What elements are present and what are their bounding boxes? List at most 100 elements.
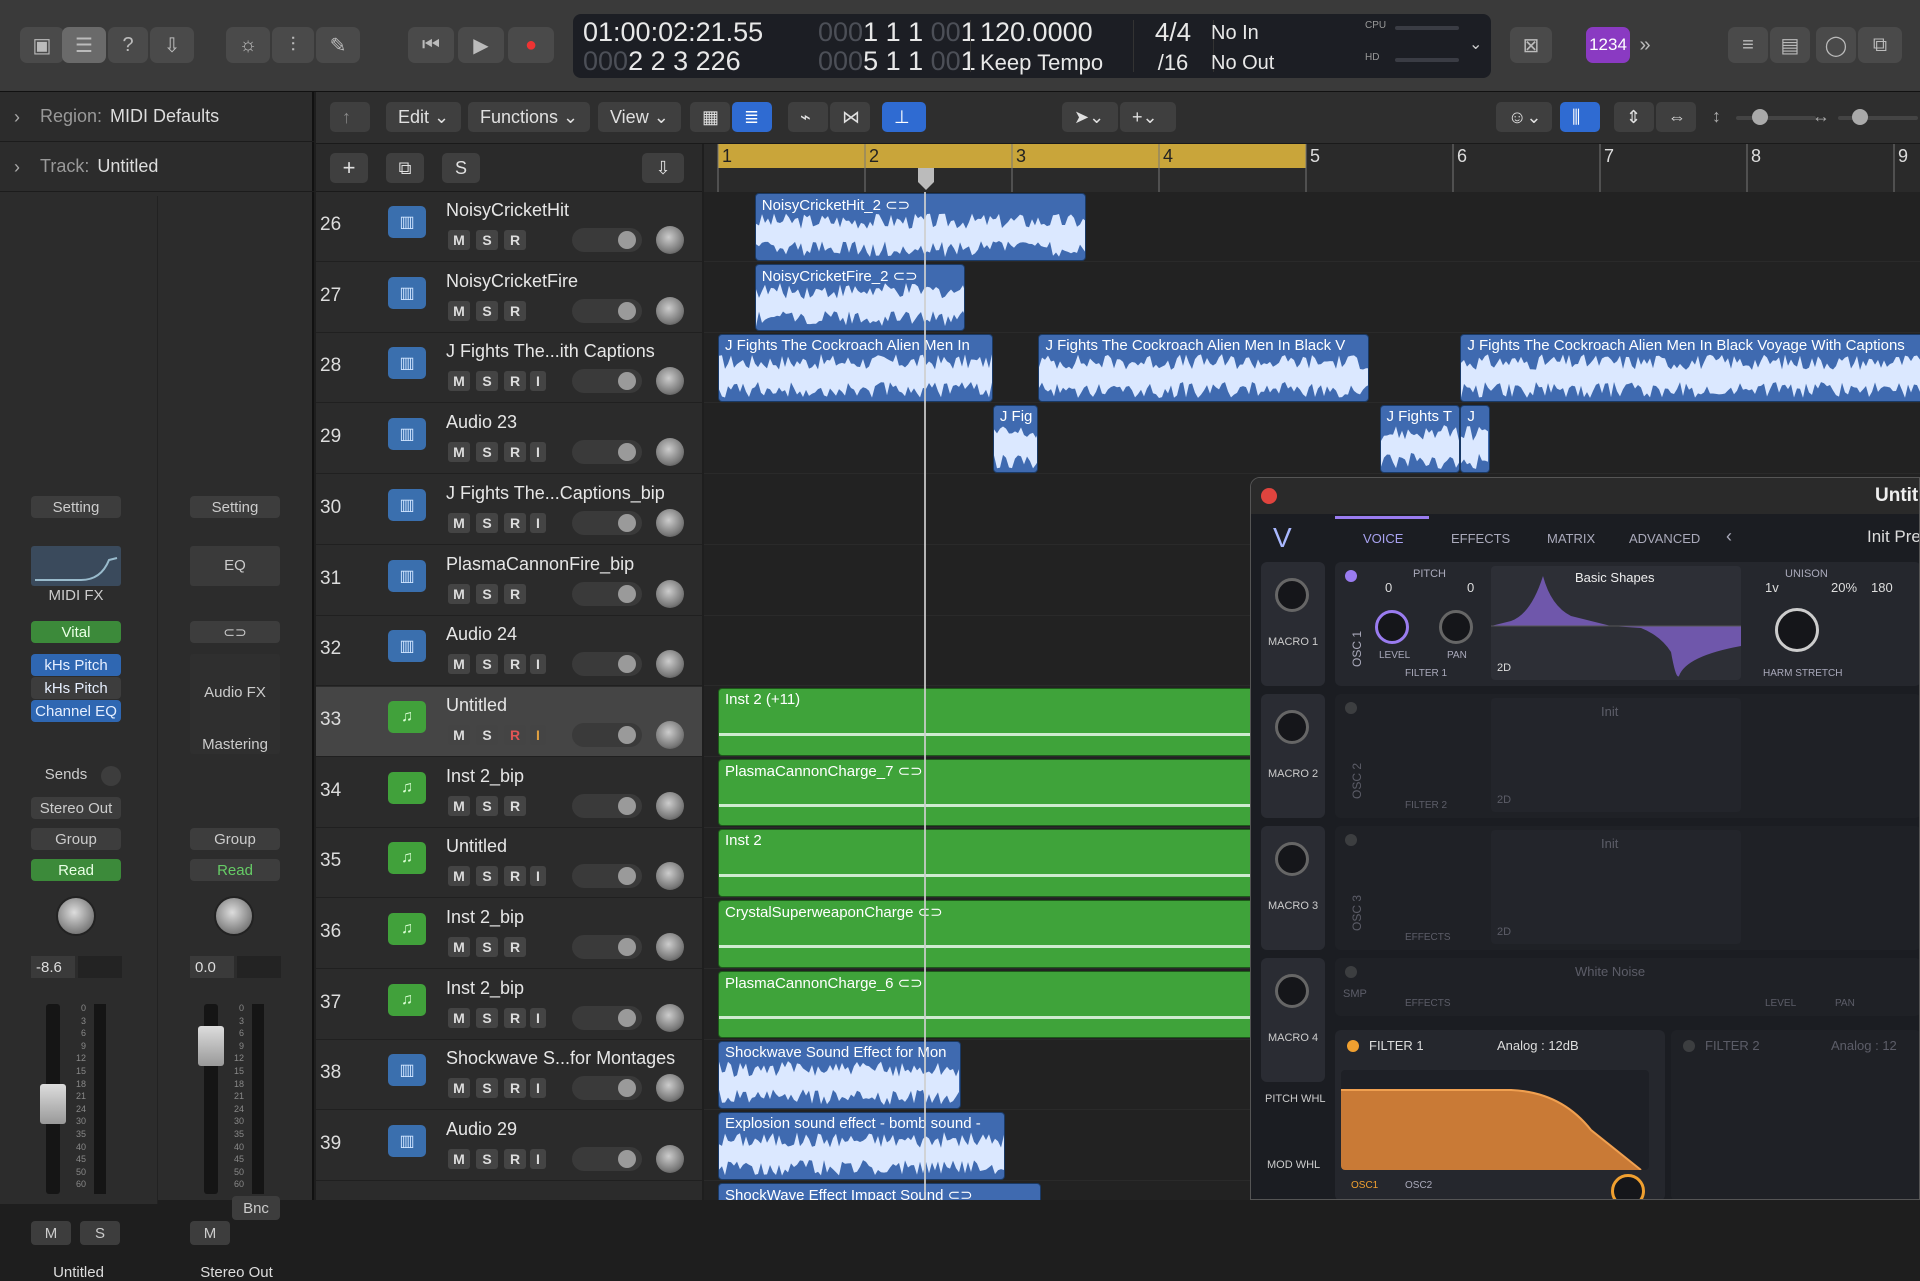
help-icon[interactable]: ? [108, 27, 148, 63]
lcd-tempo-mode[interactable]: Keep Tempo [980, 50, 1103, 76]
record-enable-button[interactable]: R [504, 442, 526, 463]
up-arrow-icon[interactable]: ↑ [330, 102, 370, 132]
pan-knob[interactable] [656, 1003, 684, 1032]
macro-knob[interactable] [1275, 974, 1309, 1008]
track-header[interactable]: 33 ♫ Untitled M S R I [316, 686, 702, 757]
track-on-toggle[interactable] [572, 793, 642, 818]
macro-2[interactable]: MACRO 2 [1261, 694, 1325, 818]
solo-button[interactable]: S [476, 512, 498, 533]
input-monitor-button[interactable]: I [530, 724, 546, 745]
track-name[interactable]: Audio 23 [446, 412, 517, 433]
solo-button[interactable]: S [476, 442, 498, 463]
filter-cutoff-knob[interactable] [1611, 1174, 1645, 1199]
wavetable-display[interactable]: Init 2D [1491, 698, 1741, 812]
track-header[interactable]: 32 ▥ Audio 24 M S R I [316, 616, 702, 687]
osc2-destination[interactable]: FILTER 2 [1405, 800, 1447, 811]
level-knob[interactable] [1375, 610, 1409, 644]
track-header[interactable]: 36 ♫ Inst 2_bip M S R [316, 899, 702, 969]
input-monitor-button[interactable]: I [530, 1007, 546, 1028]
pan-knob[interactable] [656, 296, 684, 325]
unison-spread[interactable]: 180 [1871, 580, 1893, 595]
record-enable-button[interactable]: R [504, 512, 526, 533]
track-on-toggle[interactable] [572, 369, 642, 394]
filter1-osc2-input[interactable]: OSC2 [1405, 1180, 1432, 1191]
more-icon[interactable]: » [1630, 27, 1660, 63]
lcd-signature[interactable]: 4/4 [1133, 17, 1213, 48]
pan-knob[interactable] [656, 791, 684, 820]
midi-fx-label[interactable]: MIDI FX [31, 587, 121, 604]
input-monitor-button[interactable]: I [530, 1078, 546, 1099]
wavetable-mode[interactable]: 2D [1497, 662, 1511, 674]
track-header[interactable]: 35 ♫ Untitled M S R I [316, 828, 702, 899]
tab-effects[interactable]: EFFECTS [1451, 531, 1510, 546]
count-in-icon[interactable]: ⊠ [1510, 27, 1552, 63]
volume-readout[interactable]: 0.0 [190, 956, 234, 978]
solo-button[interactable]: S [476, 724, 498, 745]
toolbar-icon[interactable]: ⇩ [150, 27, 194, 63]
input-monitor-button[interactable]: I [530, 371, 546, 392]
solo-button[interactable]: S [476, 583, 498, 604]
lcd-display[interactable]: 01:00:02:21.55 0002 2 3 226 0001 1 1 001… [573, 14, 1491, 78]
pan-knob[interactable] [1439, 610, 1473, 644]
link-icon[interactable]: ⊂⊃ [190, 621, 280, 643]
record-enable-button[interactable]: R [504, 654, 526, 675]
instrument-slot[interactable]: Vital [31, 621, 121, 643]
mute-button[interactable]: M [448, 654, 470, 675]
group-slot[interactable]: Group [31, 828, 121, 850]
library-icon[interactable]: ▣ [20, 27, 64, 63]
track-lane[interactable] [704, 404, 1920, 475]
catch-icon[interactable]: ⊥ [882, 102, 926, 132]
fx-slot-2[interactable]: kHs Pitch [31, 677, 121, 699]
pitch-octave[interactable]: 0 [1385, 580, 1392, 595]
macro-knob[interactable] [1275, 842, 1309, 876]
audio-region[interactable]: J Fig [992, 405, 1039, 473]
mixer-icon[interactable]: ⫶ [272, 27, 314, 63]
record-enable-button[interactable]: R [504, 866, 526, 887]
audio-region[interactable]: J Fights The Cockroach Alien Men In Blac… [1038, 334, 1370, 403]
pan-knob[interactable] [656, 367, 684, 396]
chevron-down-icon[interactable]: ⌄ [1469, 34, 1482, 54]
setting-button[interactable]: Setting [31, 496, 121, 518]
track-on-toggle[interactable] [572, 864, 642, 889]
track-on-toggle[interactable] [572, 440, 642, 465]
track-header[interactable]: 26 ▥ NoisyCricketHit M S R [316, 192, 702, 262]
track-name[interactable]: J Fights The...ith Captions [446, 341, 655, 362]
midi-region[interactable]: PlasmaCannonCharge_6 ⊂⊃ [718, 970, 1306, 1039]
solo-button[interactable]: S [476, 866, 498, 887]
pan-knob[interactable] [214, 896, 254, 936]
wavetable-name[interactable]: Init [1601, 836, 1618, 851]
mute-button[interactable]: M [448, 512, 470, 533]
audio-region[interactable]: NoisyCricketFire_2 ⊂⊃ [754, 263, 965, 332]
output-slot[interactable]: Stereo Out [31, 797, 121, 819]
track-name[interactable]: NoisyCricketFire [446, 271, 578, 292]
track-on-toggle[interactable] [572, 1147, 642, 1172]
input-monitor-button[interactable]: I [530, 654, 546, 675]
fx-slot-3[interactable]: Channel EQ [31, 700, 121, 722]
sends-knob[interactable] [101, 766, 121, 786]
input-monitor-button[interactable]: I [530, 442, 546, 463]
track-header[interactable]: 31 ▥ PlasmaCannonFire_bip M S R [316, 546, 702, 616]
wavetable-name[interactable]: Basic Shapes [1575, 570, 1655, 585]
horizontal-fit-icon[interactable]: ⇔ [1656, 102, 1696, 132]
record-enable-button[interactable]: R [504, 300, 526, 321]
osc1-power-toggle[interactable] [1345, 570, 1357, 582]
input-monitor-button[interactable]: I [530, 1149, 546, 1170]
track-name[interactable]: Audio 29 [446, 1119, 517, 1140]
midi-region[interactable]: Inst 2 (+11) [718, 687, 1306, 756]
mute-button[interactable]: M [448, 371, 470, 392]
preset-name[interactable]: Init Pre [1867, 527, 1919, 547]
filter1-model[interactable]: Analog : 12dB [1497, 1038, 1579, 1053]
browsers-icon[interactable]: ⧉ [1858, 27, 1902, 63]
midi-region[interactable]: PlasmaCannonCharge_7 ⊂⊃ [718, 758, 1306, 827]
midi-region[interactable]: CrystalSuperweaponCharge ⊂⊃ [718, 900, 1306, 968]
close-icon[interactable] [1261, 488, 1277, 504]
osc2-power-toggle[interactable] [1345, 702, 1357, 714]
record-enable-button[interactable]: R [504, 937, 526, 957]
solo-button[interactable]: S [80, 1221, 120, 1245]
pan-knob[interactable] [656, 933, 684, 961]
smp-destination[interactable]: EFFECTS [1405, 998, 1451, 1009]
record-enable-button[interactable]: R [504, 1149, 526, 1170]
smart-controls-icon[interactable]: ☼ [226, 27, 270, 63]
audio-region[interactable]: J Fights T [1379, 405, 1461, 473]
playhead-handle[interactable] [918, 168, 934, 190]
